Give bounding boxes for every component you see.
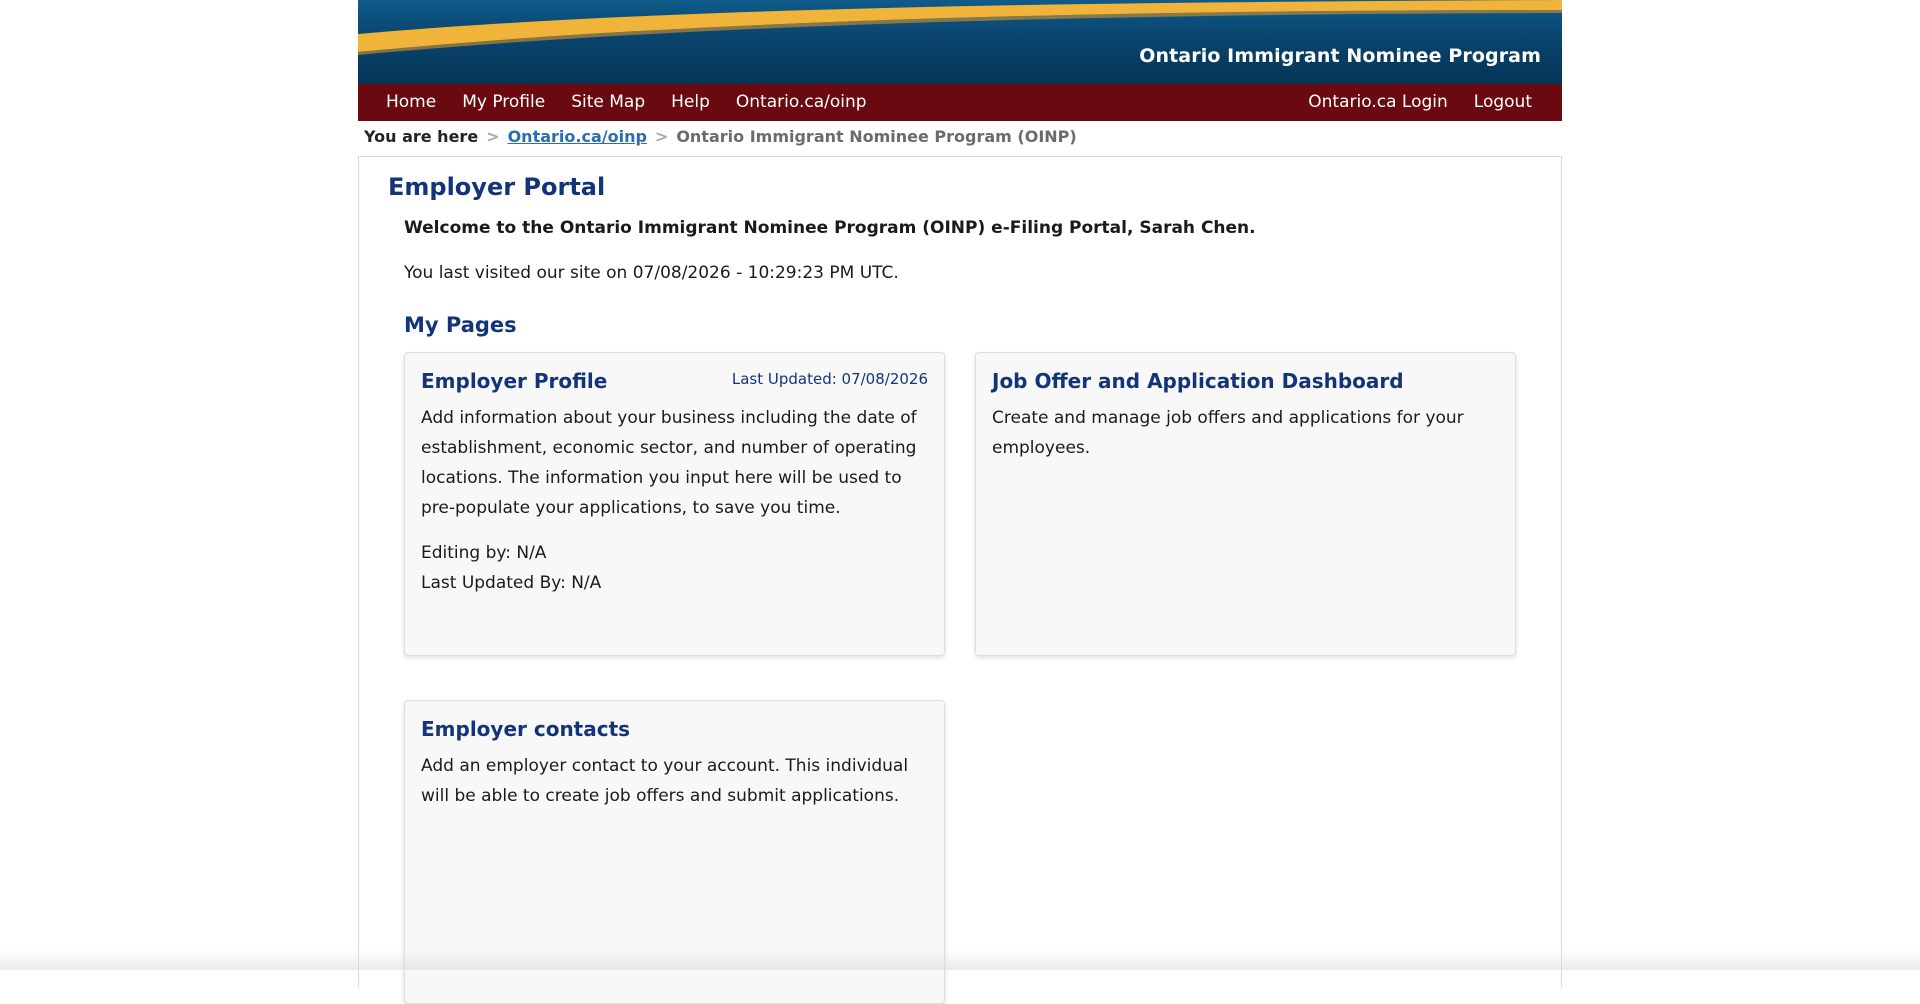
card-description: Add information about your business incl… [421,408,917,518]
card-title[interactable]: Employer contacts [421,717,630,741]
last-updated-by-text: Last Updated By: N/A [421,573,602,593]
last-visit-text: You last visited our site on 07/08/2026 … [404,263,899,283]
gold-swoosh-graphic [358,0,1562,55]
breadcrumb-current: Ontario Immigrant Nominee Program (OINP) [676,126,1077,146]
card-title[interactable]: Job Offer and Application Dashboard [992,369,1404,393]
nav-ontario-login[interactable]: Ontario.ca Login [1295,84,1461,121]
breadcrumb-separator: > [654,126,669,146]
employer-profile-card[interactable]: Employer Profile Last Updated: 07/08/202… [404,352,945,656]
breadcrumb-link-oinp[interactable]: Ontario.ca/oinp [508,127,647,146]
employer-contacts-card[interactable]: Employer contacts Add an employer contac… [404,700,945,1004]
last-updated-date: Last Updated: 07/08/2026 [731,370,928,388]
card-description: Create and manage job offers and applica… [992,408,1464,458]
nav-site-map[interactable]: Site Map [558,84,658,121]
my-pages-heading: My Pages [404,313,517,337]
main-content: Employer Portal Welcome to the Ontario I… [358,156,1562,1004]
nav-help[interactable]: Help [658,84,723,121]
breadcrumb: You are here > Ontario.ca/oinp > Ontario… [364,126,1077,146]
page-title: Employer Portal [388,173,606,201]
header-banner: Ontario Immigrant Nominee Program [358,0,1562,84]
page: Ontario Immigrant Nominee Program Home M… [358,0,1562,1004]
nav-logout[interactable]: Logout [1461,84,1545,121]
job-offer-dashboard-card[interactable]: Job Offer and Application Dashboard Crea… [975,352,1516,656]
nav-left-group: Home My Profile Site Map Help Ontario.ca… [373,84,880,121]
breadcrumb-label: You are here [364,126,479,146]
main-nav: Home My Profile Site Map Help Ontario.ca… [358,84,1562,121]
nav-ontario-oinp[interactable]: Ontario.ca/oinp [723,84,880,121]
breadcrumb-separator: > [486,126,500,146]
nav-home[interactable]: Home [373,84,449,121]
nav-my-profile[interactable]: My Profile [449,84,558,121]
welcome-message: Welcome to the Ontario Immigrant Nominee… [404,218,1256,238]
editing-by-text: Editing by: N/A [421,543,547,563]
card-description: Add an employer contact to your account.… [421,756,909,806]
card-title[interactable]: Employer Profile [421,369,607,393]
program-title: Ontario Immigrant Nominee Program [1139,45,1541,67]
nav-right-group: Ontario.ca Login Logout [1295,84,1545,121]
